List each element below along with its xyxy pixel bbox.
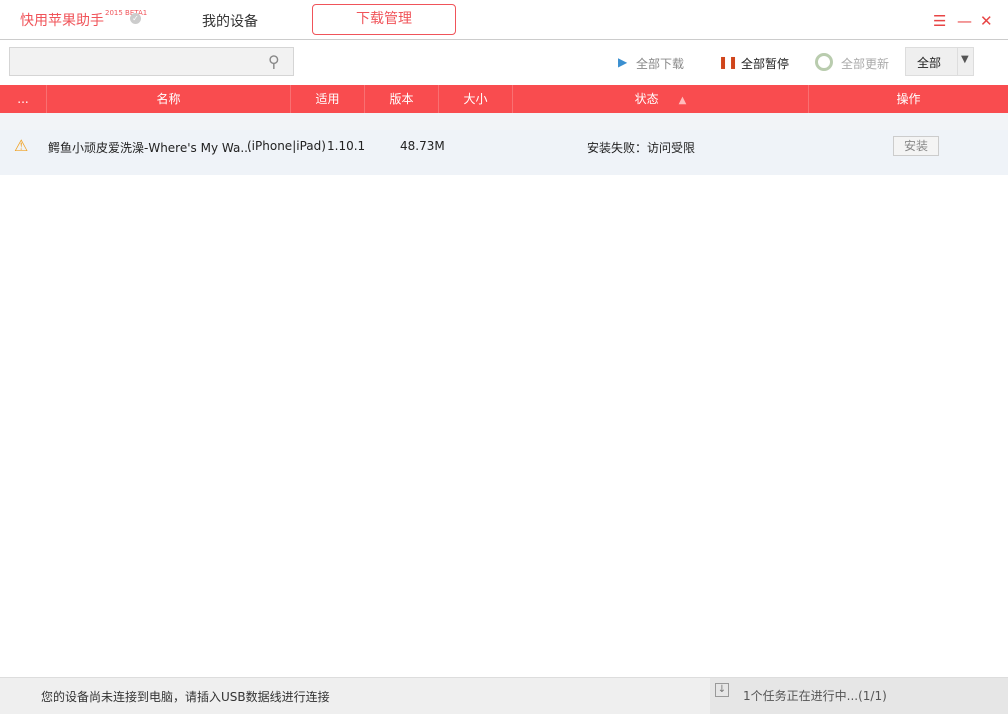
close-icon[interactable]: ✕	[980, 12, 993, 30]
download-all-button[interactable]: 全部下载	[636, 55, 684, 72]
filter-value: 全部	[917, 56, 942, 70]
app-logo: 快用苹果助手2015 BETA1	[20, 10, 147, 30]
menu-icon[interactable]: ☰	[933, 12, 946, 30]
pause-icon: ❚❚	[718, 55, 739, 69]
update-icon	[815, 53, 833, 71]
app-version: 1.10.1	[327, 139, 366, 153]
version-check-icon[interactable]: ✓	[130, 13, 141, 24]
app-status: 安装失败：访问受限	[587, 141, 696, 155]
col-status-label: 状态	[634, 92, 659, 106]
row-spacer	[0, 113, 1008, 130]
minimize-icon[interactable]: —	[957, 12, 972, 30]
divider	[957, 48, 958, 75]
pause-all-button[interactable]: 全部暂停	[741, 55, 789, 72]
table-header: ... 名称 适用 版本 大小 状态 ▲ 操作	[0, 85, 1008, 113]
tab-download-manager[interactable]: 下载管理	[312, 4, 456, 35]
install-button[interactable]: 安装	[893, 136, 939, 156]
connection-message: 您的设备尚未连接到电脑，请插入USB数据线进行连接	[41, 690, 330, 704]
play-icon: ▶	[618, 55, 628, 69]
sort-asc-icon: ▲	[678, 95, 687, 106]
table-row[interactable]: ⚠ 鳄鱼小顽皮爱洗澡-Where's My Wa... (iPhone|iPad…	[0, 130, 1008, 175]
task-status[interactable]: ↓ 1个任务正在进行中...(1/1)	[710, 678, 1008, 714]
col-action[interactable]: 操作	[809, 85, 1008, 113]
update-all-button[interactable]: 全部更新	[841, 55, 889, 72]
search-input[interactable]	[9, 47, 294, 76]
app-device: (iPhone|iPad)	[247, 139, 326, 153]
filter-select[interactable]: 全部 ▼	[905, 47, 974, 76]
app-name: 鳄鱼小顽皮爱洗澡-Where's My Wa...	[48, 141, 252, 155]
col-status[interactable]: 状态 ▲	[513, 85, 809, 113]
col-name[interactable]: 名称	[47, 85, 291, 113]
col-more[interactable]: ...	[0, 85, 47, 113]
logo-text: 快用苹果助手	[20, 13, 104, 29]
col-device[interactable]: 适用	[291, 85, 365, 113]
divider	[0, 39, 1008, 40]
task-count: 1个任务正在进行中...(1/1)	[743, 689, 887, 703]
col-version[interactable]: 版本	[365, 85, 439, 113]
warning-icon: ⚠	[14, 136, 29, 155]
search-icon[interactable]: ⚲	[268, 52, 280, 71]
app-size: 48.73M	[400, 139, 445, 153]
col-size[interactable]: 大小	[439, 85, 513, 113]
tab-my-device[interactable]: 我的设备	[202, 11, 258, 31]
download-icon: ↓	[715, 683, 729, 697]
logo-badge: 2015 BETA1	[105, 9, 148, 17]
chevron-down-icon[interactable]: ▼	[961, 54, 969, 65]
